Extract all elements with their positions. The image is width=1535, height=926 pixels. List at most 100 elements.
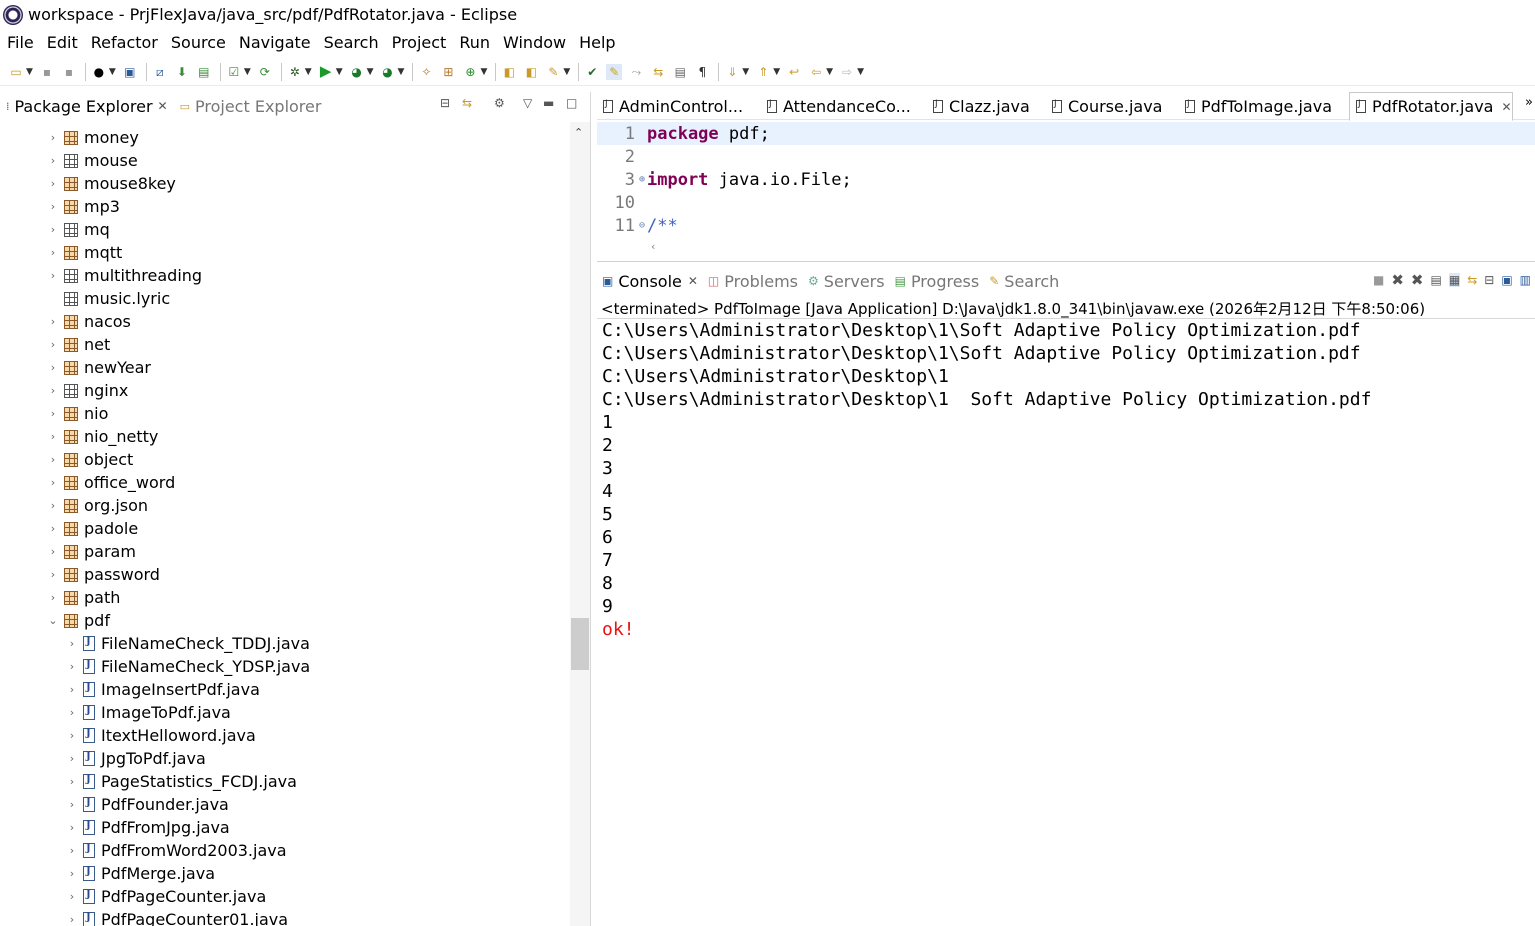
chevron-right-icon[interactable]: › <box>65 890 79 903</box>
new-java-project-icon[interactable]: ✧ <box>418 64 434 80</box>
chevron-right-icon[interactable]: › <box>46 154 60 167</box>
editor-tab-pdfrotator[interactable]: PdfRotator.java ✕ <box>1349 92 1513 121</box>
menu-project[interactable]: Project <box>392 33 447 52</box>
tree-item-package[interactable]: › object <box>46 448 134 471</box>
chevron-right-icon[interactable]: › <box>46 476 60 489</box>
tab-console[interactable]: ▣ Console ✕ <box>597 267 703 295</box>
search-tool-icon[interactable]: ✎ <box>545 64 561 80</box>
editor-tab-admincontrol[interactable]: AdminControl... <box>597 92 743 120</box>
chevron-right-icon[interactable]: › <box>46 499 60 512</box>
tree-item-package[interactable]: › office_word <box>46 471 175 494</box>
tree-item-java-file[interactable]: › PdfPageCounter.java <box>65 885 266 908</box>
chevron-right-icon[interactable]: › <box>46 269 60 282</box>
tree-item-java-file[interactable]: › ImageInsertPdf.java <box>65 678 260 701</box>
save-icon[interactable]: ▪ <box>39 64 55 80</box>
tree-item-package[interactable]: › mp3 <box>46 195 120 218</box>
tree-item-package[interactable]: › org.json <box>46 494 148 517</box>
coverage-dropdown-icon[interactable]: ▼ <box>367 67 374 77</box>
run-dropdown-icon[interactable]: ▼ <box>336 67 343 77</box>
tree-item-package[interactable]: › net <box>46 333 110 356</box>
minimize-icon[interactable]: ▬ <box>543 96 554 110</box>
chevron-right-icon[interactable]: › <box>46 246 60 259</box>
chevron-right-icon[interactable]: › <box>46 223 60 236</box>
profile-icon[interactable]: ● <box>91 64 107 80</box>
tree-item-package[interactable]: › nginx <box>46 379 129 402</box>
chevron-right-icon[interactable]: › <box>46 338 60 351</box>
terminal-icon[interactable]: ▣ <box>122 64 138 80</box>
code-line[interactable]: 3 ⊕ import java.io.File; <box>597 168 1535 191</box>
tree-item-package[interactable]: › money <box>46 126 139 149</box>
last-edit-location-icon[interactable]: ↩ <box>786 64 802 80</box>
forward-dropdown-icon[interactable]: ▼ <box>857 67 864 77</box>
close-icon[interactable]: ✕ <box>158 99 168 113</box>
chevron-right-icon[interactable]: › <box>46 384 60 397</box>
more-tabs-button[interactable]: » <box>1525 95 1533 110</box>
scroll-lock-icon[interactable]: ▦ <box>1448 273 1461 287</box>
chevron-right-icon[interactable]: › <box>46 545 60 558</box>
filters-icon[interactable]: ⚙ <box>494 96 505 110</box>
tree-item-package[interactable]: › mouse <box>46 149 138 172</box>
tree-item-java-file[interactable]: › JpgToPdf.java <box>65 747 206 770</box>
highlight-icon[interactable]: ✎ <box>606 63 623 80</box>
new-dropdown-icon[interactable]: ▼ <box>26 67 33 77</box>
editor-tab-pdftoimage[interactable]: PdfToImage.java <box>1179 92 1332 120</box>
task-dropdown-icon[interactable]: ▼ <box>244 67 251 77</box>
tree-item-package[interactable]: › mqtt <box>46 241 123 264</box>
chevron-right-icon[interactable]: › <box>46 522 60 535</box>
pin-console-icon[interactable]: ⊟ <box>1484 273 1494 287</box>
chevron-right-icon[interactable]: › <box>46 315 60 328</box>
expand-fold-icon[interactable]: ⊕ <box>637 174 647 185</box>
task-check-icon[interactable]: ☑ <box>226 64 242 80</box>
chevron-right-icon[interactable]: › <box>65 660 79 673</box>
tree-item-java-file[interactable]: › PdfFromWord2003.java <box>65 839 287 862</box>
menu-window[interactable]: Window <box>503 33 566 52</box>
tree-item-package[interactable]: › nio_netty <box>46 425 159 448</box>
tree-item-java-file[interactable]: › PdfFromJpg.java <box>65 816 230 839</box>
open-console-icon[interactable]: ▥ <box>1520 273 1531 287</box>
word-wrap-console-icon[interactable]: ⇆ <box>1467 273 1477 287</box>
chevron-right-icon[interactable]: › <box>65 729 79 742</box>
menu-help[interactable]: Help <box>579 33 615 52</box>
previous-annotation-icon[interactable]: ⇑ <box>755 64 771 80</box>
chevron-right-icon[interactable]: › <box>46 430 60 443</box>
close-icon[interactable]: ✕ <box>1501 100 1511 114</box>
menu-edit[interactable]: Edit <box>47 33 78 52</box>
new-class-icon[interactable]: ⊕ <box>462 64 478 80</box>
menu-file[interactable]: File <box>7 33 34 52</box>
remove-launch-icon[interactable]: ✖ <box>1391 271 1404 289</box>
back-dropdown-icon[interactable]: ▼ <box>826 67 833 77</box>
word-wrap-icon[interactable]: ⇆ <box>650 64 666 80</box>
tree-item-package[interactable]: › newYear <box>46 356 151 379</box>
editor-tab-course[interactable]: Course.java <box>1046 92 1162 120</box>
new-class-dropdown-icon[interactable]: ▼ <box>480 67 487 77</box>
chevron-right-icon[interactable]: › <box>65 798 79 811</box>
chevron-right-icon[interactable]: › <box>65 867 79 880</box>
open-type-icon[interactable]: ◧ <box>501 64 517 80</box>
next-annotation-icon[interactable]: ⇓ <box>724 64 740 80</box>
paragraph-icon[interactable]: ¶ <box>694 64 710 80</box>
save-all-icon[interactable]: ▪ <box>61 64 77 80</box>
menu-run[interactable]: Run <box>459 33 490 52</box>
debug-dropdown-icon[interactable]: ▼ <box>305 67 312 77</box>
tab-servers[interactable]: ⚙ Servers <box>803 267 890 295</box>
tree-item-java-file[interactable]: › PdfMerge.java <box>65 862 215 885</box>
display-selected-console-icon[interactable]: ▣ <box>1501 273 1512 287</box>
menu-source[interactable]: Source <box>171 33 226 52</box>
tree-item-package[interactable]: › nio <box>46 402 109 425</box>
external-tools-dropdown-icon[interactable]: ▼ <box>398 67 405 77</box>
tree-item-java-file[interactable]: › ItextHelloword.java <box>65 724 256 747</box>
collapse-all-icon[interactable]: ⊟ <box>440 96 450 110</box>
chevron-right-icon[interactable]: › <box>65 706 79 719</box>
toggle-mark-occurrences-icon[interactable]: ✔ <box>584 64 600 80</box>
chevron-right-icon[interactable]: › <box>65 752 79 765</box>
view-menu-icon[interactable]: ▽ <box>523 96 532 110</box>
editor-tab-attendanceco[interactable]: AttendanceCo... <box>761 92 911 120</box>
chevron-down-icon[interactable]: ⌄ <box>46 614 60 627</box>
chevron-right-icon[interactable]: › <box>65 683 79 696</box>
chevron-right-icon[interactable]: › <box>46 407 60 420</box>
collapse-fold-icon[interactable]: ⊖ <box>637 220 647 231</box>
search-tool-dropdown-icon[interactable]: ▼ <box>563 67 570 77</box>
tab-progress[interactable]: ▤ Progress <box>890 267 985 295</box>
tree-item-package[interactable]: › password <box>46 563 160 586</box>
clear-console-icon[interactable]: ▤ <box>1431 273 1442 287</box>
